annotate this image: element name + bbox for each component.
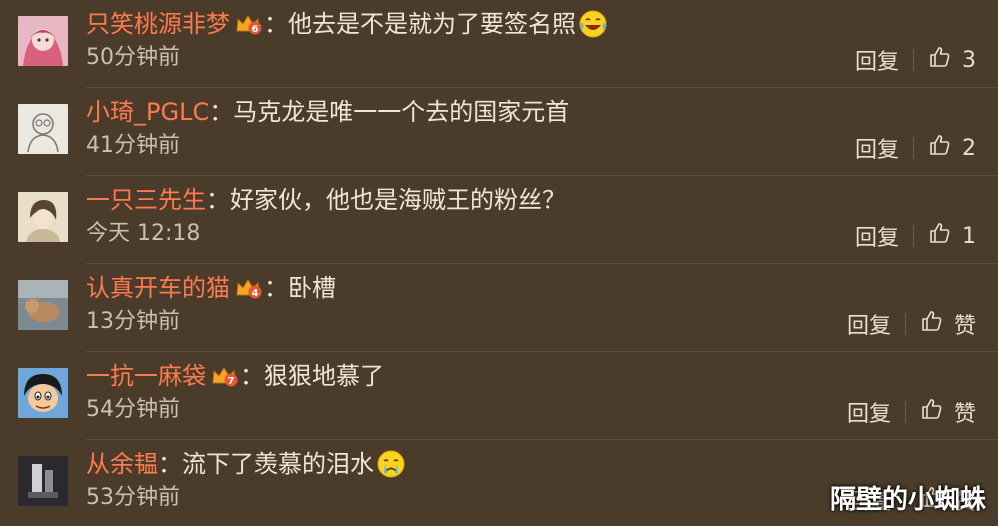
watermark: 隔壁的小蜘蛛 [829, 485, 986, 515]
like-button[interactable]: 赞 [920, 396, 976, 428]
username[interactable]: 一抗一麻袋 [86, 358, 206, 394]
comment-time: 53分钟前 [86, 485, 180, 510]
thumbs-up-icon [928, 45, 952, 75]
action-divider [913, 225, 914, 247]
reply-button[interactable]: 回复 [847, 308, 891, 340]
like-button[interactable]: 赞 [920, 308, 976, 340]
username[interactable]: 只笑桃源非梦 [86, 6, 230, 42]
comment-time: 50分钟前 [86, 45, 180, 70]
comment-text: 马克龙是唯一一个去的国家元首 [233, 98, 570, 126]
avatar[interactable] [18, 280, 68, 330]
like-button[interactable]: 2 [928, 133, 976, 163]
like-count: 2 [962, 135, 976, 161]
colon: ： [264, 274, 288, 302]
colon: ： [206, 186, 230, 214]
thumbs-up-icon [920, 397, 944, 427]
avatar[interactable] [18, 104, 68, 154]
comment-line: 从余韫 ： 流下了羡慕的泪水 [86, 446, 406, 482]
colon: ： [264, 10, 288, 38]
comment-line: 一抗一麻袋 7 ： 狠狠地慕了 [86, 358, 384, 394]
comment-actions: 回复 2 [855, 129, 976, 167]
action-divider [904, 401, 906, 423]
action-divider [904, 313, 906, 335]
comment-time: 13分钟前 [86, 309, 180, 334]
username[interactable]: 小琦_PGLC [86, 94, 209, 130]
like-count: 3 [962, 47, 976, 73]
crown-level-badge-icon: 4 [234, 276, 262, 300]
comment-text: 狠狠地慕了 [264, 362, 384, 390]
comment-text: 好家伙，他也是海贼王的粉丝？ [230, 186, 566, 214]
comment-line: 认真开车的猫 4 ： 卧槽 [86, 270, 336, 306]
thumbs-up-icon [928, 221, 952, 251]
comment-time: 54分钟前 [86, 397, 180, 422]
crown-level-badge-icon: 7 [210, 364, 238, 388]
avatar[interactable] [18, 16, 68, 66]
like-count: 赞 [953, 314, 976, 339]
comment-feed: 只笑桃源非梦 6 ： 他去是不是就为了要签名照 50分钟前 回复 3 小琦_PG… [0, 0, 998, 526]
crying-emoji-icon [376, 449, 406, 479]
badge-level: 4 [252, 288, 259, 299]
username[interactable]: 从余韫 [86, 446, 158, 482]
comment-item: 一抗一麻袋 7 ： 狠狠地慕了 54分钟前 回复 赞 [0, 352, 998, 440]
colon: ： [240, 362, 264, 390]
action-divider [913, 49, 914, 71]
like-count: 赞 [953, 402, 976, 427]
username[interactable]: 认真开车的猫 [86, 270, 230, 306]
avatar[interactable] [18, 368, 68, 418]
comment-actions: 回复 3 [855, 41, 976, 79]
comment-line: 一只三先生 ： 好家伙，他也是海贼王的粉丝？ [86, 182, 566, 218]
reply-button[interactable]: 回复 [855, 220, 899, 252]
comment-item: 小琦_PGLC ： 马克龙是唯一一个去的国家元首 41分钟前 回复 2 [0, 88, 998, 176]
comment-text: 他去是不是就为了要签名照 [288, 10, 576, 38]
comment-item: 只笑桃源非梦 6 ： 他去是不是就为了要签名照 50分钟前 回复 3 [0, 0, 998, 88]
comment-text: 流下了羡慕的泪水 [182, 450, 374, 478]
username[interactable]: 一只三先生 [86, 182, 206, 218]
like-button[interactable]: 1 [928, 221, 976, 251]
comment-item: 一只三先生 ： 好家伙，他也是海贼王的粉丝？ 今天 12:18 回复 1 [0, 176, 998, 264]
avatar[interactable] [18, 456, 68, 506]
comment-text: 卧槽 [288, 274, 336, 302]
action-divider [913, 137, 914, 159]
reply-button[interactable]: 回复 [855, 44, 899, 76]
thumbs-up-icon [928, 133, 952, 163]
like-button[interactable]: 3 [928, 45, 976, 75]
comment-line: 只笑桃源非梦 6 ： 他去是不是就为了要签名照 [86, 6, 608, 42]
comment-line: 小琦_PGLC ： 马克龙是唯一一个去的国家元首 [86, 94, 569, 130]
reply-button[interactable]: 回复 [855, 132, 899, 164]
comment-actions: 回复 赞 [847, 393, 976, 431]
comment-actions: 回复 1 [855, 217, 976, 255]
avatar[interactable] [18, 192, 68, 242]
crown-level-badge-icon: 6 [234, 12, 262, 36]
badge-level: 6 [252, 24, 259, 35]
laughing-tears-emoji-icon [578, 9, 608, 39]
colon: ： [209, 98, 234, 126]
comment-time: 今天 12:18 [86, 221, 201, 246]
comment-actions: 回复 赞 [847, 305, 976, 343]
reply-button[interactable]: 回复 [847, 396, 891, 428]
badge-level: 7 [228, 376, 235, 387]
thumbs-up-icon [920, 309, 944, 339]
comment-item: 认真开车的猫 4 ： 卧槽 13分钟前 回复 赞 [0, 264, 998, 352]
like-count: 1 [962, 223, 976, 249]
comment-time: 41分钟前 [86, 133, 180, 158]
colon: ： [158, 450, 182, 478]
